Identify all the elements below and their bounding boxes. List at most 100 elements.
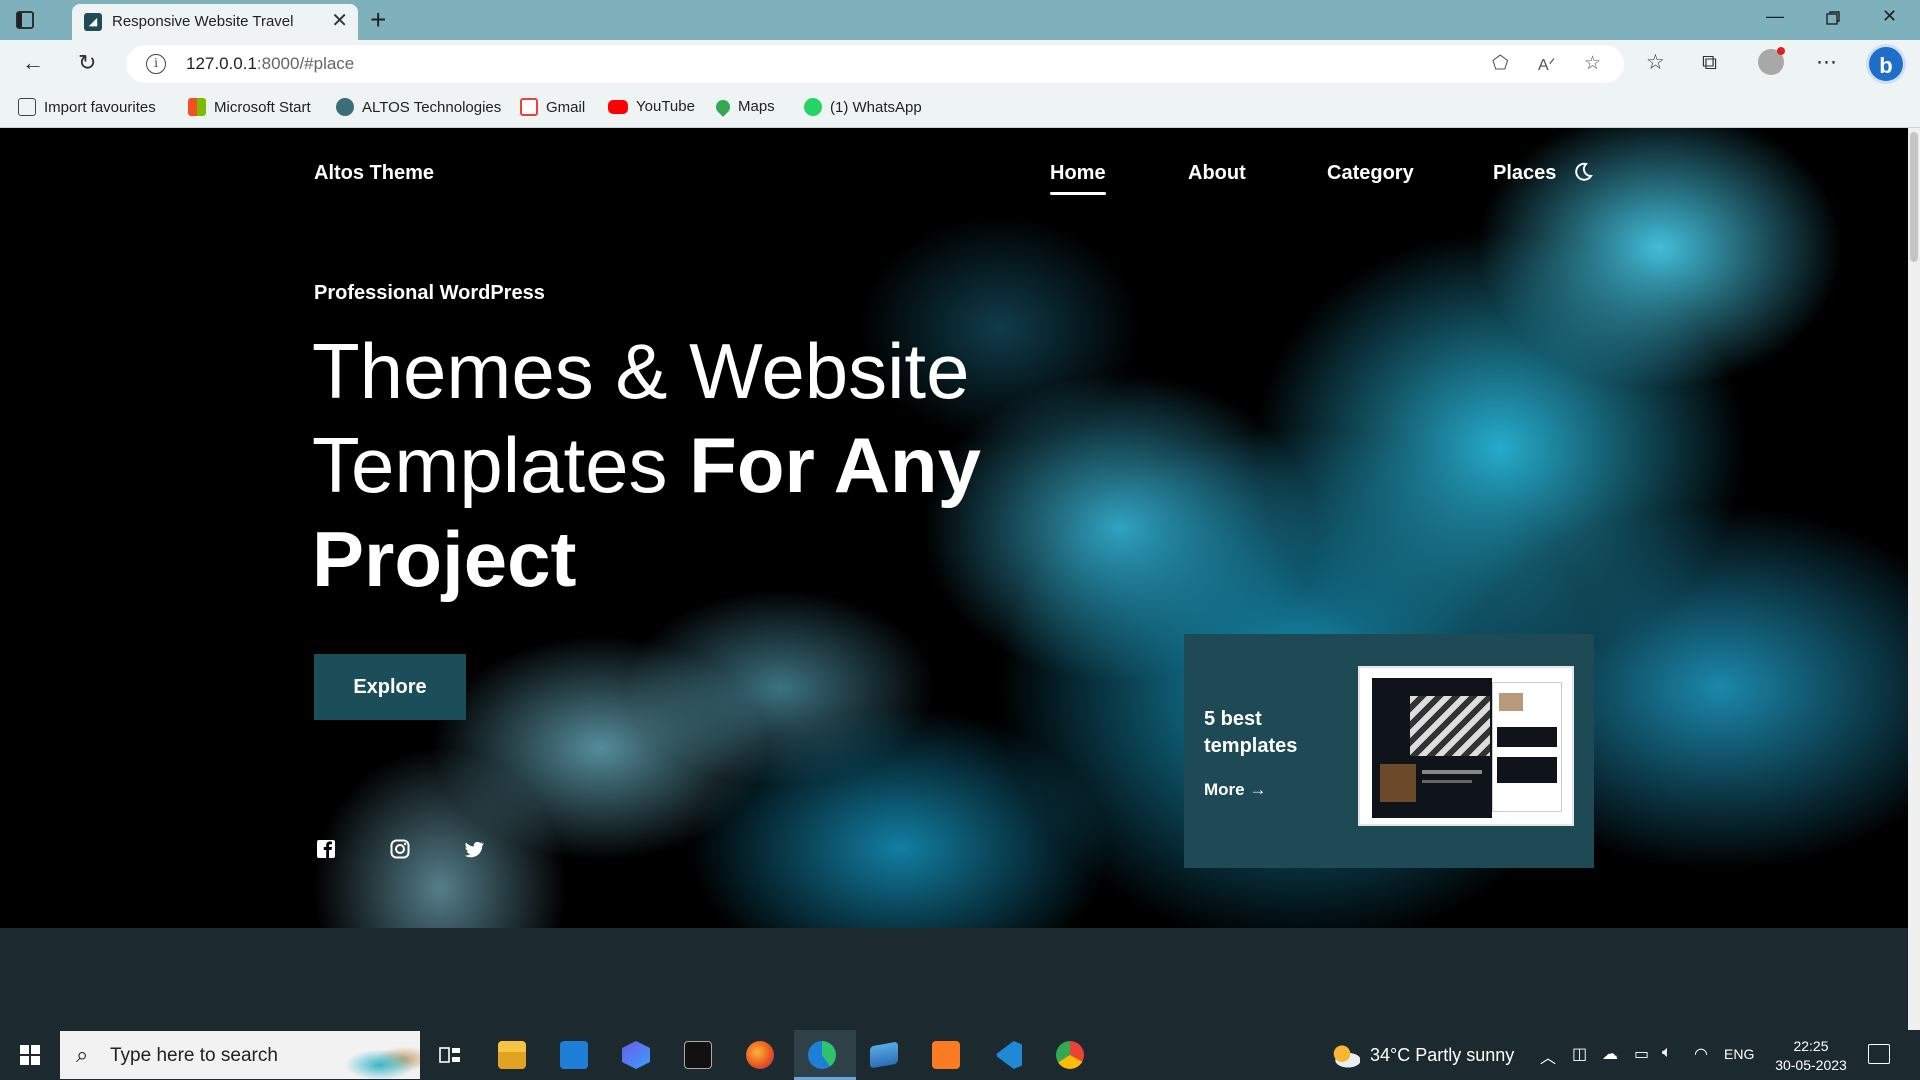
xampp-icon[interactable] [932, 1041, 960, 1069]
tab-title: Responsive Website Travel [112, 13, 294, 30]
taskbar-search-box[interactable]: ⌕ Type here to search [60, 1031, 420, 1079]
restore-icon[interactable] [1826, 11, 1840, 25]
scroll-thumb[interactable] [1910, 132, 1918, 262]
explore-button[interactable]: Explore [314, 654, 466, 720]
arrow-right-icon: → [1249, 780, 1267, 799]
clock[interactable]: 22:25 30-05-2023 [1766, 1037, 1856, 1075]
notification-dot [1777, 47, 1785, 55]
onedrive-icon[interactable]: ☁ [1602, 1044, 1618, 1064]
edge-icon[interactable] [808, 1041, 836, 1069]
youtube-icon [608, 99, 628, 114]
refresh-icon[interactable]: ↻ [78, 50, 96, 76]
browser-tab[interactable]: ◢ Responsive Website Travel ✕ [72, 4, 358, 40]
address-toolbar: ← ↻ i 127.0.0.1:8000/#place ⬠ Aᐟ ☆ ☆ ⧉ ⋯… [0, 40, 1920, 88]
microsoft-icon [188, 98, 206, 116]
nav-home[interactable]: Home [1050, 162, 1106, 195]
clock-date: 30-05-2023 [1775, 1057, 1847, 1073]
fav-gmail[interactable]: Gmail [520, 98, 585, 116]
preview-dark-strip [1497, 727, 1557, 747]
task-view-icon[interactable] [436, 1041, 464, 1069]
page-viewport: Altos Theme Home About Category Places P… [0, 128, 1908, 1030]
site-favicon-icon: ◢ [84, 13, 102, 31]
card-more-link[interactable]: More → [1204, 780, 1266, 800]
fav-label: (1) WhatsApp [830, 98, 922, 116]
meet-now-icon[interactable]: ◫ [1572, 1044, 1587, 1064]
import-icon [18, 98, 36, 116]
best-templates-card[interactable]: 5 best templates More → [1184, 634, 1594, 868]
template-preview-image [1358, 666, 1574, 826]
notification-center-icon[interactable] [1868, 1044, 1890, 1064]
preview-photo [1499, 693, 1523, 711]
vscode-icon[interactable] [996, 1041, 1022, 1069]
fav-import-favourites[interactable]: Import favourites [18, 98, 156, 116]
fav-label: Maps [738, 98, 775, 115]
more-options-icon[interactable]: ⋯ [1816, 49, 1837, 77]
facebook-icon[interactable] [315, 838, 337, 860]
read-aloud-icon[interactable]: Aᐟ [1538, 54, 1555, 78]
new-tab-button[interactable]: + [370, 4, 386, 36]
search-placeholder: Type here to search [110, 1045, 278, 1066]
profile-avatar[interactable] [1758, 47, 1785, 75]
fav-label: Gmail [546, 98, 586, 116]
volume-icon[interactable]: 🔈︎ [1662, 1044, 1672, 1062]
url-path: :8000/#place [256, 54, 355, 73]
collections-icon[interactable]: ⧉ [1702, 49, 1717, 77]
browser-tab-bar: ◢ Responsive Website Travel ✕ + — ✕ [0, 0, 1920, 40]
add-favourite-icon[interactable]: ☆ [1584, 52, 1601, 76]
search-highlight-image [320, 1035, 420, 1079]
url-text[interactable]: 127.0.0.1:8000/#place [186, 54, 354, 74]
theme-toggle-moon-icon[interactable] [1572, 161, 1594, 183]
nav-places[interactable]: Places [1493, 162, 1556, 185]
nav-category[interactable]: Category [1327, 162, 1414, 185]
gmail-icon [520, 98, 538, 116]
close-tab-icon[interactable]: ✕ [331, 10, 348, 32]
favourites-bar: Import favourites Microsoft Start ALTOS … [0, 88, 1920, 128]
tag-icon[interactable]: ⬠ [1492, 52, 1509, 76]
preview-photo [1380, 764, 1416, 802]
fav-whatsapp[interactable]: (1) WhatsApp [804, 98, 922, 116]
preview-light-page [1492, 682, 1562, 812]
fav-microsoft-start[interactable]: Microsoft Start [188, 98, 311, 116]
site-logo[interactable]: Altos Theme [314, 162, 434, 185]
tab-actions-icon[interactable] [14, 9, 36, 31]
file-explorer-icon[interactable] [498, 1041, 526, 1069]
language-indicator[interactable]: ENG [1724, 1046, 1754, 1062]
battery-icon[interactable]: ▭ [1634, 1044, 1649, 1064]
remote-desktop-icon[interactable] [870, 1041, 898, 1069]
instagram-icon[interactable] [389, 838, 411, 860]
clock-time: 22:25 [1793, 1038, 1829, 1054]
firefox-icon[interactable] [746, 1041, 774, 1069]
fav-label: ALTOS Technologies [362, 98, 502, 116]
preview-dark-strip [1497, 757, 1557, 783]
card-more-label: More [1204, 780, 1245, 799]
address-bar[interactable]: i 127.0.0.1:8000/#place ⬠ Aᐟ ☆ [126, 45, 1624, 83]
twitter-icon[interactable] [463, 838, 485, 860]
preview-dark-page [1372, 678, 1492, 818]
weather-text[interactable]: 34°C Partly sunny [1370, 1045, 1514, 1066]
close-window-icon[interactable]: ✕ [1882, 6, 1897, 27]
preview-text-line [1422, 770, 1482, 774]
fav-label: YouTube [636, 98, 695, 115]
fav-label: Microsoft Start [214, 98, 311, 116]
mail-icon[interactable] [560, 1041, 588, 1069]
fav-altos-technologies[interactable]: ALTOS Technologies [336, 98, 501, 116]
power-automate-icon[interactable] [622, 1041, 650, 1069]
fav-youtube[interactable]: YouTube [608, 98, 695, 115]
back-icon[interactable]: ← [22, 50, 44, 76]
windows-start-icon[interactable] [20, 1045, 40, 1065]
favourites-icon[interactable]: ☆ [1646, 49, 1665, 77]
bing-chat-icon[interactable]: b [1866, 44, 1906, 84]
chrome-icon[interactable] [1056, 1041, 1084, 1069]
fav-maps[interactable]: Maps [713, 96, 775, 117]
page-scrollbar[interactable] [1908, 128, 1920, 1030]
windows-taskbar: ⌕ Type here to search 34°C Partly sunny … [0, 1030, 1920, 1080]
weather-partly-sunny-icon[interactable] [1330, 1042, 1360, 1068]
nav-about[interactable]: About [1188, 162, 1246, 185]
hero-section: Altos Theme Home About Category Places P… [0, 128, 1908, 928]
minimize-icon[interactable]: — [1766, 6, 1784, 27]
terminal-icon[interactable] [684, 1041, 712, 1069]
wifi-icon[interactable]: ◠ [1694, 1044, 1708, 1064]
card-title: 5 best templates [1204, 708, 1298, 757]
chevron-up-icon[interactable]: ︿ [1540, 1044, 1556, 1068]
site-info-icon[interactable]: i [146, 54, 166, 74]
